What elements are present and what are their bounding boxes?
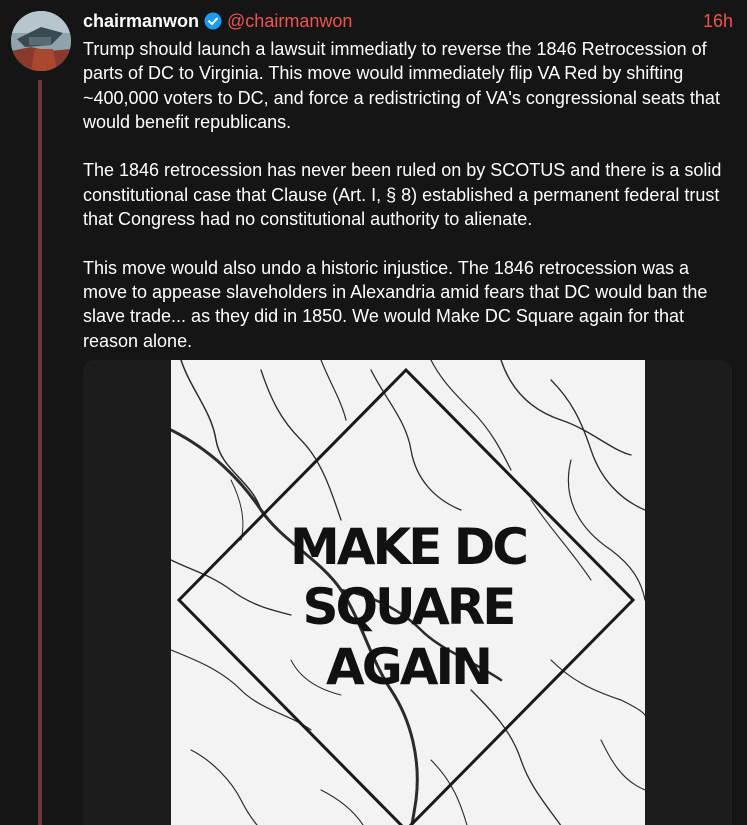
verified-badge-icon [204, 12, 222, 30]
post-paragraph-2: The 1846 retrocession has never been rul… [83, 160, 722, 230]
author-display-name[interactable]: chairmanwon [83, 11, 199, 32]
post-media[interactable]: MAKE DC SQUARE AGAIN [83, 360, 732, 825]
post: chairmanwon @chairmanwon 16h Trump shoul… [0, 0, 747, 825]
post-header: chairmanwon @chairmanwon 16h [83, 9, 733, 33]
poster-line-3: AGAIN [326, 638, 493, 696]
post-paragraph-3: This move would also undo a historic inj… [83, 257, 708, 351]
post-paragraph-1: Trump should launch a lawsuit immediatly… [83, 39, 720, 132]
poster-line-2: SQUARE [302, 578, 517, 636]
avatar-image [11, 11, 71, 71]
post-timestamp[interactable]: 16h [703, 11, 733, 32]
poster-line-1: MAKE DC [290, 518, 529, 576]
post-body: Trump should launch a lawsuit immediatly… [83, 37, 733, 377]
author-handle[interactable]: @chairmanwon [227, 11, 352, 32]
thread-line [38, 80, 42, 825]
avatar[interactable] [11, 11, 71, 71]
poster-image: MAKE DC SQUARE AGAIN [171, 360, 645, 825]
